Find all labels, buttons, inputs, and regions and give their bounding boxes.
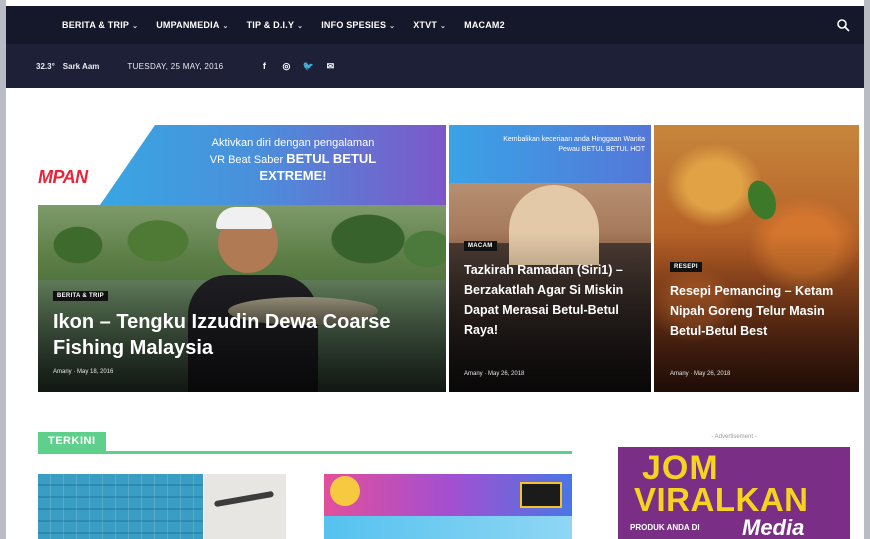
featured-post-2[interactable]: Kembalikan keceriaan anda Hinggaan Wanit… [449,125,651,392]
page-frame: BERITA & TRIP ⌄ UMPANMEDIA ⌄ TIP & D.I.Y ⌄ … [6,0,864,539]
search-icon[interactable] [836,18,850,32]
chevron-down-icon: ⌄ [440,23,447,30]
facebook-icon[interactable]: f [257,59,271,73]
latest-post-thumb-2[interactable] [324,474,572,539]
weather-temp: 32.3° [36,61,55,71]
current-date: TUESDAY, 25 MAY, 2016 [127,61,224,71]
nav-item-xtvt[interactable]: XTVT ⌄ [413,20,446,30]
banner-line-2-bold: BETUL BETUL [286,151,377,166]
post-title[interactable]: Resepi Pemancing – Ketam Nipah Goreng Te… [670,281,852,341]
chevron-down-icon: ⌄ [132,23,139,30]
post-title[interactable]: Tazkirah Ramadan (Siri1) – Berzakatlah A… [464,260,644,340]
nav-item-label: XTVT [413,20,438,30]
nav-item-info-spesies[interactable]: INFO SPESIES ⌄ [321,20,395,30]
category-badge[interactable]: MACAM [464,241,497,251]
ad-line-1: JOM [642,449,719,487]
category-badge[interactable]: RESEPI [670,262,702,272]
post-meta: Amany · May 26, 2018 [464,371,525,377]
latest-post-thumb-1[interactable] [38,474,286,539]
banner-text: Aktivkan diri dengan pengalaman VR Beat … [158,135,428,184]
promo-strip-text: Kembalikan keceriaan anda Hinggaan Wanit… [503,136,645,153]
weather-location: Sark Aam [62,61,100,71]
ad-line-3: PRODUK ANDA DI [630,523,700,532]
ad-line-4: Media [742,515,805,539]
post-meta: Amany · May 18, 2016 [53,369,114,375]
nav-item-label: MACAM2 [464,20,505,30]
featured-post-1[interactable]: BERITA & TRIP Ikon – Tengku Izzudin Dewa… [38,205,446,392]
instagram-icon[interactable]: ◎ [279,59,293,73]
banner-line-3: EXTREME! [259,168,327,183]
nav-item-label: BERITA & TRIP [62,20,130,30]
nav-item-tip-diy[interactable]: TIP & D.I.Y ⌄ [247,20,304,30]
nav-item-label: INFO SPESIES [321,20,387,30]
ad-line-2: VIRALKAN [634,481,809,518]
top-info-bar: 32.3° Sark Aam TUESDAY, 25 MAY, 2016 f ◎… [6,44,864,88]
nav-item-label: UMPANMEDIA [156,20,220,30]
banner-line-1: Aktivkan diri dengan pengalaman [211,137,375,149]
section-title-terkini: TERKINI [38,432,106,452]
nav-item-umpanmedia[interactable]: UMPANMEDIA ⌄ [156,20,228,30]
chevron-down-icon: ⌄ [297,23,304,30]
nav-item-macam2[interactable]: MACAM2 [464,20,505,30]
banner-line-2: VR Beat Saber [209,154,284,166]
twitter-icon[interactable]: 🐦 [301,59,315,73]
post-title[interactable]: Ikon – Tengku Izzudin Dewa Coarse Fishin… [53,309,413,361]
mail-icon[interactable]: ✉ [323,59,337,73]
sidebar-ad[interactable]: JOM VIRALKAN PRODUK ANDA DI Media [618,447,850,539]
umpan-logo: MPAN [38,167,88,187]
nav-item-label: TIP & D.I.Y [246,20,295,30]
chevron-down-icon: ⌄ [389,23,396,30]
section-divider [38,451,572,454]
category-badge[interactable]: BERITA & TRIP [53,291,108,301]
nav-item-berita-trip[interactable]: BERITA & TRIP ⌄ [62,20,138,30]
ad-label: - Advertisement - [711,434,757,440]
featured-post-3[interactable]: RESEPI Resepi Pemancing – Ketam Nipah Go… [654,125,859,392]
chevron-down-icon: ⌄ [222,23,229,30]
post-meta: Amany · May 26, 2018 [670,371,731,377]
main-nav: BERITA & TRIP ⌄ UMPANMEDIA ⌄ TIP & D.I.Y ⌄ … [6,6,864,44]
banner-ad[interactable]: MPAN Aktivkan diri dengan pengalaman VR … [38,125,446,205]
